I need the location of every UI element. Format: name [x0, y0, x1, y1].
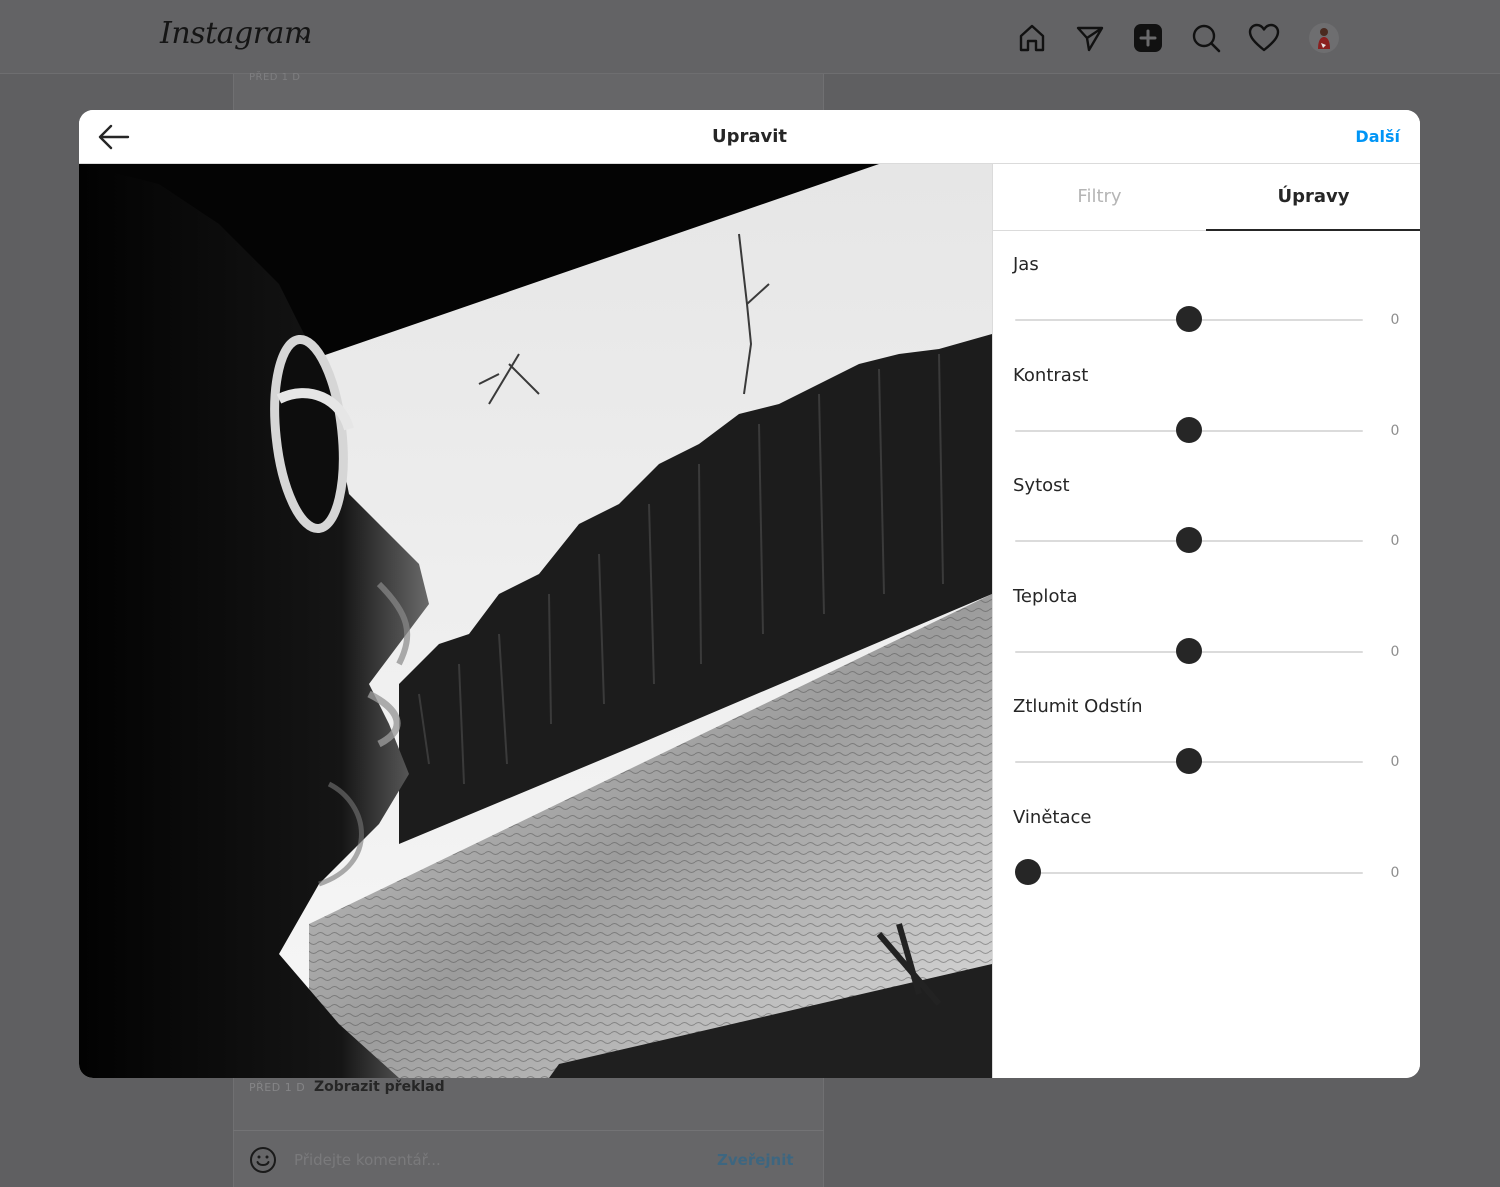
top-navigation-bar: Instagram	[0, 0, 1500, 74]
post-timestamp: PŘED 1 D	[249, 72, 301, 83]
adjustment-brightness: Jas 0	[993, 254, 1420, 364]
slider-thumb[interactable]	[1176, 527, 1202, 553]
new-post-icon[interactable]	[1132, 22, 1164, 54]
direct-messages-icon[interactable]	[1074, 22, 1106, 54]
adjustment-value: 0	[1390, 644, 1400, 660]
activity-heart-icon[interactable]	[1248, 22, 1280, 54]
back-arrow-icon[interactable]	[97, 122, 131, 152]
fade-slider[interactable]	[1015, 748, 1363, 774]
next-button[interactable]: Další	[1355, 127, 1400, 146]
adjustment-vignette: Vinětace 0	[993, 807, 1420, 917]
contrast-slider[interactable]	[1015, 417, 1363, 443]
post-comment-button[interactable]: Zveřejnit	[717, 1151, 794, 1169]
adjustment-value: 0	[1390, 865, 1400, 881]
adjustment-value: 0	[1390, 533, 1400, 549]
tab-adjustments[interactable]: Úpravy	[1206, 164, 1420, 231]
adjustment-saturation: Sytost 0	[993, 475, 1420, 585]
adjustment-contrast: Kontrast 0	[993, 365, 1420, 475]
vignette-slider[interactable]	[1015, 859, 1363, 885]
explore-icon[interactable]	[1190, 22, 1222, 54]
dialog-header: Upravit Další	[79, 110, 1420, 164]
profile-avatar[interactable]	[1309, 23, 1339, 53]
edit-tabs: Filtry Úpravy	[993, 164, 1420, 231]
adjustment-value: 0	[1390, 423, 1400, 439]
brightness-slider[interactable]	[1015, 306, 1363, 332]
adjustment-fade: Ztlumit Odstín 0	[993, 696, 1420, 806]
adjustment-value: 0	[1390, 754, 1400, 770]
dialog-title: Upravit	[711, 126, 788, 147]
adjustment-label: Teplota	[1013, 586, 1078, 607]
edit-dialog: Upravit Další Filtry Úpravy Jas 0 Kontra…	[79, 110, 1420, 1078]
tab-filters[interactable]: Filtry	[993, 164, 1206, 231]
instagram-logo[interactable]: Instagram	[160, 16, 312, 51]
emoji-icon[interactable]	[248, 1145, 278, 1175]
temperature-slider[interactable]	[1015, 638, 1363, 664]
chevron-down-icon[interactable]	[298, 28, 309, 41]
saturation-slider[interactable]	[1015, 527, 1363, 553]
home-icon[interactable]	[1016, 22, 1048, 54]
slider-thumb[interactable]	[1176, 417, 1202, 443]
adjustment-temperature: Teplota 0	[993, 586, 1420, 696]
comment-input[interactable]: Přidejte komentář...	[294, 1151, 441, 1169]
adjustment-label: Jas	[1013, 254, 1039, 275]
adjustment-label: Ztlumit Odstín	[1013, 696, 1143, 717]
comment-timestamp: PŘED 1 D	[249, 1081, 306, 1094]
adjustment-label: Sytost	[1013, 475, 1070, 496]
slider-thumb[interactable]	[1176, 638, 1202, 664]
photo-preview	[79, 164, 992, 1078]
slider-thumb[interactable]	[1176, 306, 1202, 332]
adjustment-label: Kontrast	[1013, 365, 1089, 386]
adjustment-label: Vinětace	[1013, 807, 1092, 828]
adjustment-value: 0	[1390, 312, 1400, 328]
adjustments-panel: Filtry Úpravy Jas 0 Kontrast 0 Sytost 0 …	[992, 164, 1420, 1078]
see-translation-link[interactable]: Zobrazit překlad	[314, 1079, 445, 1095]
divider	[233, 1130, 824, 1131]
slider-thumb[interactable]	[1015, 859, 1041, 885]
slider-thumb[interactable]	[1176, 748, 1202, 774]
